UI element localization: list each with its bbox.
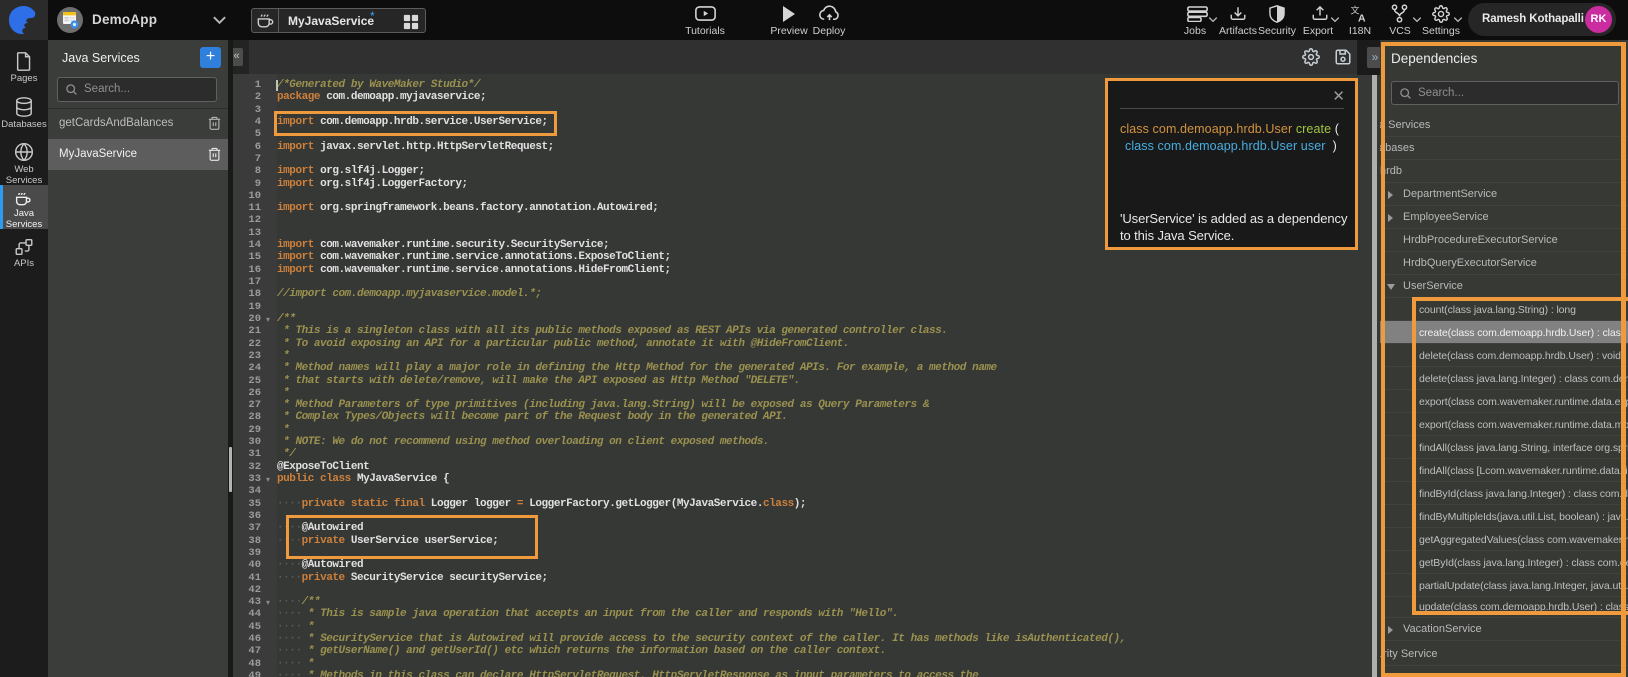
svg-text:A: A: [1358, 13, 1366, 24]
